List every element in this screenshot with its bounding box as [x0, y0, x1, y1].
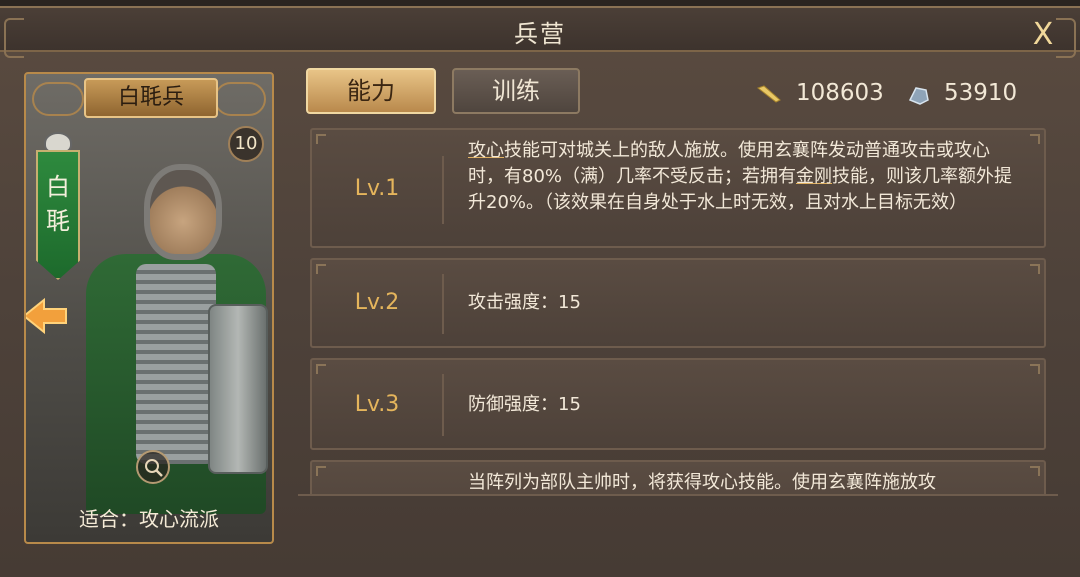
- list-bottom-divider: [298, 494, 1058, 496]
- iron-icon: [906, 84, 932, 106]
- row-divider: [442, 374, 444, 436]
- ability-description: 攻击强度：15: [468, 292, 581, 313]
- grain-value: 108603: [796, 80, 884, 106]
- suit-label: 适合：攻心流派: [79, 507, 219, 531]
- ability-row: Lv.2 攻击强度：15: [310, 258, 1046, 348]
- row-divider: [442, 156, 444, 224]
- unit-banner-text: 白 毦: [46, 173, 70, 235]
- unit-card: 白毦兵 10 白 毦 适合：攻心流派: [24, 72, 274, 544]
- ability-level: Lv.3: [354, 392, 400, 417]
- unit-portrait-shield: [208, 304, 268, 474]
- arrow-left-icon[interactable]: [26, 296, 68, 336]
- unit-level-badge: 10: [228, 126, 264, 162]
- ability-level: Lv.2: [354, 290, 400, 315]
- ability-row: Lv.3 防御强度：15: [310, 358, 1046, 450]
- unit-portrait-head: [144, 164, 222, 260]
- grain-icon: [756, 84, 782, 106]
- ability-level: Lv.1: [354, 176, 400, 201]
- ability-description: 攻心技能可对城关上的敌人施放。使用玄襄阵发动普通攻击或攻心时，有80%（满）几率…: [468, 138, 1024, 216]
- zoom-icon[interactable]: [136, 450, 170, 484]
- unit-portrait-armor: [136, 264, 216, 464]
- card-ornament-left: [32, 82, 84, 116]
- title-bar: 兵营 X: [0, 8, 1080, 58]
- close-button[interactable]: X: [1028, 20, 1058, 50]
- ability-description: 防御强度：15: [468, 394, 581, 415]
- skill-link-jingang[interactable]: 金刚: [796, 166, 832, 187]
- card-ornament-right: [214, 82, 266, 116]
- row-divider: [442, 274, 444, 334]
- iron-value: 53910: [944, 80, 1018, 106]
- window-title: 兵营: [514, 20, 566, 48]
- ability-description: 当阵列为部队主帅时，将获得攻心技能。使用玄襄阵施放攻: [468, 472, 936, 493]
- skill-link-gongxin[interactable]: 攻心: [468, 140, 504, 161]
- tab-ability[interactable]: 能力: [306, 68, 436, 114]
- ability-list[interactable]: Lv.1 攻心技能可对城关上的敌人施放。使用玄襄阵发动普通攻击或攻心时，有80%…: [298, 118, 1058, 496]
- unit-name: 白毦兵: [84, 78, 218, 118]
- tab-training[interactable]: 训练: [452, 68, 580, 114]
- ability-row: Lv.1 攻心技能可对城关上的敌人施放。使用玄襄阵发动普通攻击或攻心时，有80%…: [310, 128, 1046, 248]
- ability-row: 当阵列为部队主帅时，将获得攻心技能。使用玄襄阵施放攻: [310, 460, 1046, 496]
